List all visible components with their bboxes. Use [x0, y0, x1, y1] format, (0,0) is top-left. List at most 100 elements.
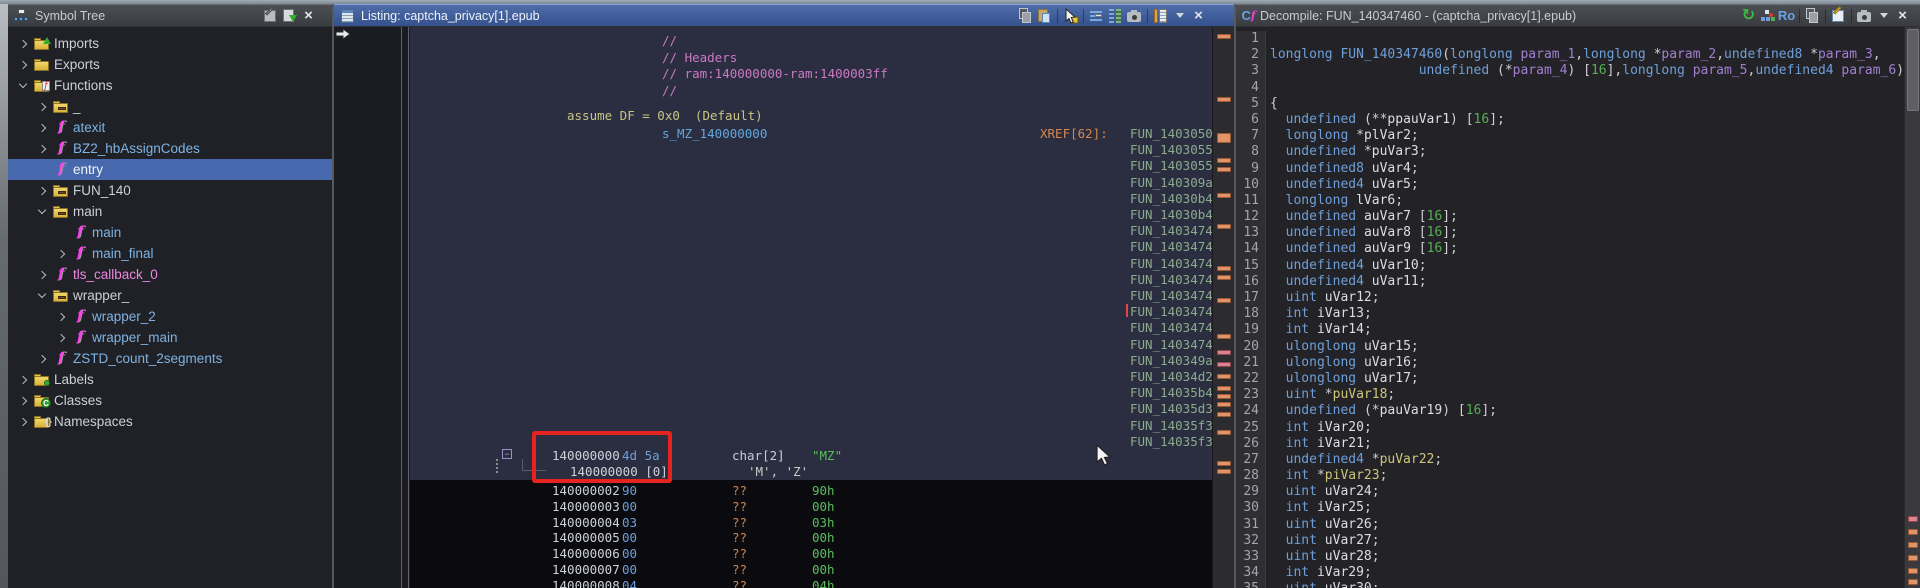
chevron-down-icon[interactable]	[35, 288, 51, 304]
snapshot-icon[interactable]	[1855, 7, 1874, 25]
value-cell[interactable]: 00h	[812, 499, 835, 514]
listing-format-icon[interactable]	[1151, 7, 1170, 25]
xref-item[interactable]: FUN_140349a5	[1130, 353, 1212, 368]
tree-item-wrapper-2[interactable]: fwrapper_2	[8, 306, 332, 327]
code-text[interactable]: ulonglong uVar17;	[1266, 371, 1419, 387]
xref-item[interactable]: FUN_14034740	[1130, 223, 1212, 238]
chevron-down-icon[interactable]	[35, 204, 51, 220]
callgraph-icon[interactable]	[1758, 7, 1777, 25]
code-text[interactable]: undefined4 *puVar22;	[1266, 452, 1442, 468]
decompile-line[interactable]: 6 undefined (**ppauVar1) [16];	[1236, 112, 1920, 128]
xref-item[interactable]: FUN_14034740	[1130, 239, 1212, 254]
xref-item[interactable]: FUN_14030b4b	[1130, 191, 1212, 206]
decompile-line[interactable]: 11 longlong lVar6;	[1236, 193, 1920, 209]
byte-cell[interactable]: 00	[622, 546, 637, 561]
code-text[interactable]: uint uVar26;	[1266, 517, 1380, 533]
value-cell[interactable]: 90h	[812, 483, 835, 498]
value-cell[interactable]: 00h	[812, 530, 835, 545]
decompile-line[interactable]: 8 undefined *puVar3;	[1236, 144, 1920, 160]
datatype-cell[interactable]: char[2]	[732, 448, 785, 463]
tree-item-atexit[interactable]: fatexit	[8, 117, 332, 138]
code-text[interactable]: ulonglong uVar16;	[1266, 355, 1419, 371]
tree-item-fun-140[interactable]: FUN_140	[8, 180, 332, 201]
undefined-cell[interactable]: ??	[732, 530, 747, 545]
tree-item-labels[interactable]: Labels	[8, 369, 332, 390]
decompile-line[interactable]: 14 undefined auVar9 [16];	[1236, 241, 1920, 257]
decompile-line[interactable]: 12 undefined auVar7 [16];	[1236, 209, 1920, 225]
xref-item[interactable]: FUN_14034740	[1130, 304, 1212, 319]
tree-item-main[interactable]: main	[8, 201, 332, 222]
external-nav-icon[interactable]	[280, 7, 299, 25]
scroll-marker[interactable]	[1217, 334, 1231, 339]
code-text[interactable]: undefined (*param_4) [16],longlong param…	[1266, 63, 1904, 79]
listing-header[interactable]: Listing: captcha_privacy[1].epub ×	[334, 4, 1234, 27]
decompile-line[interactable]: 15 undefined4 uVar10;	[1236, 258, 1920, 274]
decompile-line[interactable]: 34 int iVar29;	[1236, 565, 1920, 581]
char-values-cell[interactable]: 'M', 'Z'	[748, 464, 808, 479]
byte-fields-icon[interactable]	[1087, 7, 1106, 25]
address-cell[interactable]: 140000007	[552, 562, 620, 577]
xref-item[interactable]: FUN_14035b45	[1130, 385, 1212, 400]
tree-item-wrapper-main[interactable]: fwrapper_main	[8, 327, 332, 348]
cursor-location-icon[interactable]	[1061, 7, 1080, 25]
copy-icon[interactable]	[1803, 7, 1822, 25]
code-text[interactable]	[1266, 80, 1270, 96]
code-text[interactable]: undefined (*pauVar19) [16];	[1266, 403, 1497, 419]
close-icon[interactable]: ×	[1893, 7, 1912, 25]
address-cell[interactable]: 140000004	[552, 515, 620, 530]
decompile-line[interactable]: 22 ulonglong uVar17;	[1236, 371, 1920, 387]
decompile-line[interactable]: 19 int iVar14;	[1236, 322, 1920, 338]
tree-item--[interactable]: _	[8, 96, 332, 117]
code-text[interactable]: undefined4 uVar10;	[1266, 258, 1427, 274]
byte-cell[interactable]: 90	[622, 483, 637, 498]
tree-item-exports[interactable]: Exports	[8, 54, 332, 75]
scroll-marker[interactable]	[1217, 275, 1231, 280]
chevron-right-icon[interactable]	[35, 99, 51, 115]
symbol-tree-header[interactable]: Symbol Tree ×	[8, 4, 332, 27]
decompile-line[interactable]: 35 uint uVar30;	[1236, 581, 1920, 588]
dual-listing-icon[interactable]	[1106, 7, 1125, 25]
xref-item[interactable]: FUN_14030551	[1130, 142, 1212, 157]
code-text[interactable]: int iVar20;	[1266, 420, 1372, 436]
tree-item-bz2-hbassigncodes[interactable]: fBZ2_hbAssignCodes	[8, 138, 332, 159]
undefined-cell[interactable]: ??	[732, 578, 747, 588]
scroll-marker[interactable]	[1217, 34, 1231, 39]
byte-cell[interactable]: 00	[622, 530, 637, 545]
scroll-marker[interactable]	[1217, 298, 1231, 303]
code-text[interactable]: uint uVar30;	[1266, 581, 1380, 588]
decompile-line[interactable]: 17 uint uVar12;	[1236, 290, 1920, 306]
tree-item-functions[interactable]: fFunctions	[8, 75, 332, 96]
chevron-right-icon[interactable]	[35, 120, 51, 136]
collapse-toggle-icon[interactable]: −	[502, 449, 512, 459]
decompile-panel[interactable]: 12longlong FUN_140347460(longlong param_…	[1236, 27, 1920, 588]
dropdown-caret-icon[interactable]	[1874, 7, 1893, 25]
chevron-right-icon[interactable]	[35, 183, 51, 199]
edit-filter-icon[interactable]	[261, 7, 280, 25]
code-text[interactable]: int iVar14;	[1266, 322, 1372, 338]
decompile-line[interactable]: 27 undefined4 *puVar22;	[1236, 452, 1920, 468]
code-text[interactable]: undefined auVar7 [16];	[1266, 209, 1458, 225]
undefined-cell[interactable]: ??	[732, 562, 747, 577]
tree-item-zstd-count-2segments[interactable]: fZSTD_count_2segments	[8, 348, 332, 369]
chevron-right-icon[interactable]	[35, 141, 51, 157]
xref-item[interactable]: FUN_14035d35	[1130, 401, 1212, 416]
xref-item[interactable]: FUN_14030551	[1130, 158, 1212, 173]
decompile-line[interactable]: 18 int iVar13;	[1236, 306, 1920, 322]
scroll-marker[interactable]	[1217, 158, 1231, 163]
code-text[interactable]: {	[1266, 96, 1278, 112]
code-text[interactable]: int iVar25;	[1266, 500, 1372, 516]
code-text[interactable]: longlong lVar6;	[1266, 193, 1403, 209]
byte-cell[interactable]: 03	[622, 515, 637, 530]
byte-cell[interactable]: 04	[622, 578, 637, 588]
value-cell[interactable]: 00h	[812, 546, 835, 561]
xref-item[interactable]: FUN_14034740	[1130, 288, 1212, 303]
scroll-marker[interactable]	[1908, 555, 1918, 561]
decompile-line[interactable]: 1	[1236, 31, 1920, 47]
chevron-down-icon[interactable]	[16, 78, 32, 94]
scroll-marker[interactable]	[1217, 469, 1231, 474]
byte-cell[interactable]: 00	[622, 562, 637, 577]
scroll-marker[interactable]	[1217, 461, 1231, 466]
tree-item-main[interactable]: fmain	[8, 222, 332, 243]
decompile-line[interactable]: 10 undefined4 uVar5;	[1236, 177, 1920, 193]
xref-item[interactable]: FUN_14034740	[1130, 320, 1212, 335]
